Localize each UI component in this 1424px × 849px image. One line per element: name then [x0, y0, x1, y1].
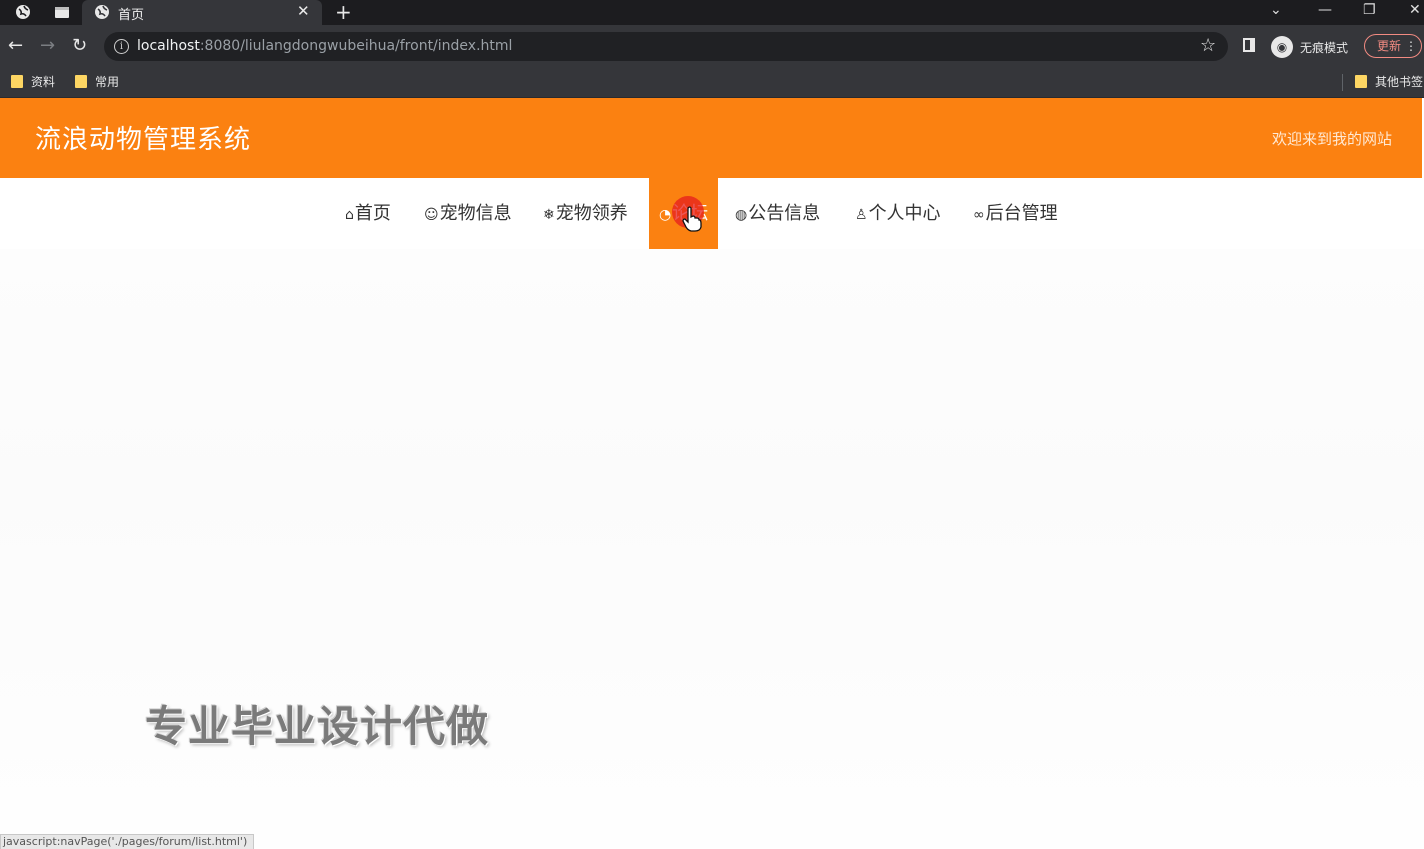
folder-icon — [1355, 75, 1367, 88]
main-menu: ⌂首页 ☺宠物信息 ❄宠物领养 ◔论坛 ◍公告信息 ♙个人中心 ∞后台管理 — [0, 178, 1424, 249]
close-tab-icon[interactable]: ✕ — [297, 2, 310, 20]
restore-button[interactable]: ❐ — [1363, 2, 1376, 18]
hero-banner — [0, 249, 1424, 848]
site-info-icon[interactable]: i — [114, 39, 129, 54]
user-icon: ♙ — [855, 207, 868, 223]
folder-icon — [75, 75, 87, 88]
folder-icon — [11, 75, 23, 88]
globe-icon[interactable] — [15, 4, 31, 20]
site-title: 流浪动物管理系统 — [35, 125, 252, 155]
reload-icon[interactable]: ↻ — [72, 35, 87, 57]
menu-item-personal-center[interactable]: ♙个人中心 — [855, 178, 941, 249]
bookmarks-divider — [1342, 74, 1343, 91]
status-bar-url: javascript:navPage('./pages/forum/list.h… — [0, 834, 255, 849]
incognito-icon[interactable]: ◉ — [1271, 36, 1293, 58]
paw-icon: ☺ — [424, 207, 439, 223]
forward-icon[interactable]: → — [40, 35, 55, 57]
back-icon[interactable]: ← — [8, 35, 23, 57]
menu-item-announcements[interactable]: ◍公告信息 — [735, 178, 820, 249]
bookmark-folder-resources[interactable]: 资料 — [11, 73, 55, 91]
other-bookmarks[interactable]: 其他书签 — [1355, 73, 1423, 91]
globe-icon — [95, 5, 109, 19]
watermark-text: 专业毕业设计代做 — [145, 702, 490, 751]
menu-item-pet-adoption[interactable]: ❄宠物领养 — [543, 178, 628, 249]
close-window-button[interactable]: ✕ — [1409, 2, 1421, 18]
site-header: 流浪动物管理系统 欢迎来到我的网站 — [0, 98, 1422, 178]
incognito-label: 无痕模式 — [1300, 41, 1349, 55]
tab-group-icon[interactable] — [54, 4, 70, 20]
menu-item-admin[interactable]: ∞后台管理 — [973, 178, 1058, 249]
menu-item-home[interactable]: ⌂首页 — [345, 178, 391, 249]
hand-cursor-icon — [682, 206, 702, 232]
url-text[interactable]: localhost:8080/liulangdongwubeihua/front… — [137, 38, 512, 54]
new-tab-button[interactable]: + — [335, 0, 352, 24]
browser-toolbar: ← → ↻ i localhost:8080/liulangdongwubeih… — [0, 25, 1424, 68]
minimize-button[interactable]: — — [1318, 2, 1332, 18]
tab-title: 首页 — [118, 8, 145, 23]
home-icon: ⌂ — [345, 207, 354, 223]
snowflake-icon: ❄ — [543, 207, 555, 223]
welcome-text: 欢迎来到我的网站 — [1271, 130, 1392, 148]
address-bar[interactable]: i localhost:8080/liulangdongwubeihua/fro… — [104, 32, 1228, 61]
dashboard-icon: ◔ — [659, 207, 672, 223]
bookmark-star-icon[interactable]: ☆ — [1200, 35, 1216, 56]
tab-search-icon[interactable]: ⌄ — [1270, 2, 1282, 18]
update-button[interactable]: 更新 ⋮ — [1364, 34, 1422, 58]
globe-icon: ◍ — [735, 207, 748, 223]
side-panel-icon[interactable] — [1243, 38, 1255, 52]
link-icon: ∞ — [973, 207, 985, 223]
bookmarks-bar: 资料 常用 其他书签 — [0, 68, 1424, 98]
bookmark-folder-common[interactable]: 常用 — [75, 73, 119, 91]
tab-home[interactable]: 首页 ✕ — [82, 0, 322, 25]
menu-item-pet-info[interactable]: ☺宠物信息 — [424, 178, 512, 249]
browser-tab-strip: 首页 ✕ + ⌄ — ❐ ✕ — [0, 0, 1424, 25]
